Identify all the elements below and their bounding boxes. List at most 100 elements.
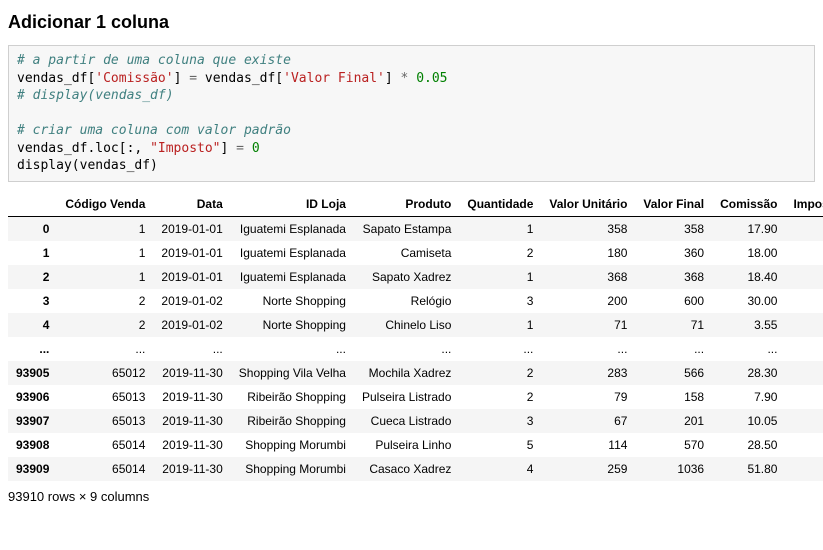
cell: 2019-01-01 (153, 241, 230, 265)
cell: 65012 (57, 361, 153, 385)
cell: 2 (459, 361, 541, 385)
code-line: display(vendas_df) (17, 158, 158, 173)
cell: 71 (635, 313, 712, 337)
cell: 28.50 (712, 433, 785, 457)
cell: 2019-11-30 (153, 433, 230, 457)
cell: 71 (541, 313, 635, 337)
cell: Iguatemi Esplanada (231, 265, 354, 289)
cell: 2 (57, 289, 153, 313)
cell: 1 (57, 241, 153, 265)
cell: 0 (785, 241, 823, 265)
cell: 18.00 (712, 241, 785, 265)
table-row: 93907650132019-11-30Ribeirão ShoppingCue… (8, 409, 823, 433)
cell: 0 (785, 216, 823, 241)
col-index (8, 192, 57, 217)
cell: 2019-01-02 (153, 313, 230, 337)
cell: ... (785, 337, 823, 361)
cell: 2019-11-30 (153, 385, 230, 409)
cell: Chinelo Liso (354, 313, 459, 337)
table-row: .............................. (8, 337, 823, 361)
row-index: 93907 (8, 409, 57, 433)
cell: 30.00 (712, 289, 785, 313)
cell: 2019-11-30 (153, 409, 230, 433)
col-data: Data (153, 192, 230, 217)
cell: 0 (785, 433, 823, 457)
table-row: 212019-01-01Iguatemi EsplanadaSapato Xad… (8, 265, 823, 289)
cell: 1036 (635, 457, 712, 481)
cell: 201 (635, 409, 712, 433)
cell: Iguatemi Esplanada (231, 241, 354, 265)
code-line: # display(vendas_df) (17, 88, 174, 103)
table-row: 322019-01-02Norte ShoppingRelógio3200600… (8, 289, 823, 313)
cell: Shopping Vila Velha (231, 361, 354, 385)
cell: 65014 (57, 457, 153, 481)
code-token: 'Comissão' (95, 71, 173, 86)
cell: 3 (459, 289, 541, 313)
cell: 180 (541, 241, 635, 265)
cell: 158 (635, 385, 712, 409)
cell: 17.90 (712, 216, 785, 241)
table-row: 112019-01-01Iguatemi EsplanadaCamiseta21… (8, 241, 823, 265)
cell: Shopping Morumbi (231, 433, 354, 457)
cell: 1 (57, 265, 153, 289)
col-comissao: Comissão (712, 192, 785, 217)
cell: 28.30 (712, 361, 785, 385)
cell: Casaco Xadrez (354, 457, 459, 481)
cell: 3 (459, 409, 541, 433)
cell: 360 (635, 241, 712, 265)
cell: ... (712, 337, 785, 361)
cell: 2 (459, 385, 541, 409)
cell: 600 (635, 289, 712, 313)
cell: ... (153, 337, 230, 361)
code-cell[interactable]: # a partir de uma coluna que existe vend… (8, 45, 815, 182)
cell: 65014 (57, 433, 153, 457)
row-index: 4 (8, 313, 57, 337)
cell: 114 (541, 433, 635, 457)
cell: 368 (541, 265, 635, 289)
table-row: 93909650142019-11-30Shopping MorumbiCasa… (8, 457, 823, 481)
cell: 2019-11-30 (153, 361, 230, 385)
cell: 0 (785, 313, 823, 337)
cell: 5 (459, 433, 541, 457)
cell: 0 (785, 409, 823, 433)
cell: 79 (541, 385, 635, 409)
code-token: ] (221, 141, 237, 156)
cell: 1 (459, 265, 541, 289)
cell: 65013 (57, 385, 153, 409)
cell: 67 (541, 409, 635, 433)
cell: 358 (541, 216, 635, 241)
code-token: vendas_df[ (197, 71, 283, 86)
cell: Cueca Listrado (354, 409, 459, 433)
table-body: 012019-01-01Iguatemi EsplanadaSapato Est… (8, 216, 823, 481)
cell: ... (459, 337, 541, 361)
row-index: ... (8, 337, 57, 361)
cell: 2019-11-30 (153, 457, 230, 481)
table-row: 93906650132019-11-30Ribeirão ShoppingPul… (8, 385, 823, 409)
col-id-loja: ID Loja (231, 192, 354, 217)
cell: 7.90 (712, 385, 785, 409)
row-index: 2 (8, 265, 57, 289)
cell: 566 (635, 361, 712, 385)
col-quantidade: Quantidade (459, 192, 541, 217)
cell: 368 (635, 265, 712, 289)
cell: Relógio (354, 289, 459, 313)
row-index: 93906 (8, 385, 57, 409)
cell: Sapato Xadrez (354, 265, 459, 289)
code-token: vendas_df.loc[:, (17, 141, 150, 156)
section-heading: Adicionar 1 coluna (8, 12, 815, 33)
cell: 2019-01-02 (153, 289, 230, 313)
cell: ... (231, 337, 354, 361)
cell: Pulseira Listrado (354, 385, 459, 409)
cell: 51.80 (712, 457, 785, 481)
cell: 3.55 (712, 313, 785, 337)
cell: 259 (541, 457, 635, 481)
cell: 358 (635, 216, 712, 241)
cell: Ribeirão Shopping (231, 409, 354, 433)
cell: 10.05 (712, 409, 785, 433)
col-valor-final: Valor Final (635, 192, 712, 217)
cell: 1 (57, 216, 153, 241)
cell: 200 (541, 289, 635, 313)
cell: Norte Shopping (231, 313, 354, 337)
cell: ... (354, 337, 459, 361)
row-index: 3 (8, 289, 57, 313)
